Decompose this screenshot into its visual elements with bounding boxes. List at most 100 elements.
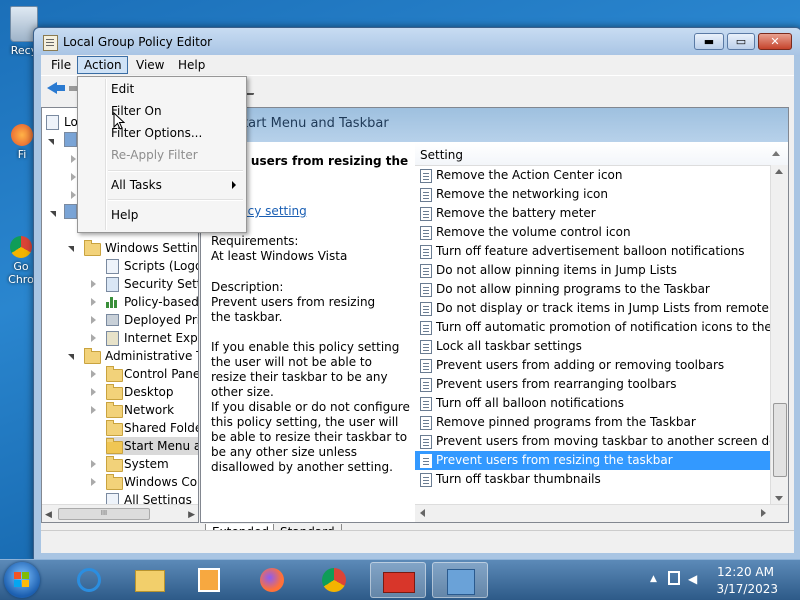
menu-action[interactable]: Action	[77, 56, 128, 74]
setting-row[interactable]: Remove the Action Center icon	[415, 166, 772, 185]
menu-file[interactable]: File	[45, 56, 77, 74]
setting-label: Remove the Action Center icon	[436, 168, 623, 182]
tree-scroll-thumb[interactable]: III	[58, 508, 150, 520]
menu-view[interactable]: View	[130, 56, 170, 74]
tree-item-label: Network	[124, 403, 175, 417]
settings-horizontal-scrollbar[interactable]	[415, 504, 788, 522]
policy-setting-icon	[420, 397, 432, 411]
setting-column-header[interactable]: Setting	[415, 143, 788, 166]
collapse-toggle-icon[interactable]	[90, 406, 98, 414]
expand-toggle-icon[interactable]	[68, 245, 76, 253]
collapse-toggle-icon[interactable]	[90, 460, 98, 468]
folder-icon	[106, 366, 123, 382]
vertical-scroll-thumb[interactable]	[773, 403, 787, 477]
setting-row[interactable]: Remove the volume control icon	[415, 223, 772, 242]
edit-policy-link[interactable]: licy setting	[241, 204, 307, 219]
tree-item-start-menu[interactable]: Start Menu ar	[106, 437, 198, 455]
folder-icon	[106, 384, 123, 400]
taskbar-toolbox[interactable]	[370, 562, 426, 598]
close-icon: ✕	[770, 35, 780, 48]
setting-row[interactable]: Do not allow pinning programs to the Tas…	[415, 280, 772, 299]
firefox-desktop-icon[interactable]: Fi	[10, 124, 34, 161]
collapse-toggle-icon[interactable]	[90, 388, 98, 396]
setting-row[interactable]: Prevent users from moving taskbar to ano…	[415, 432, 772, 451]
collapse-toggle-icon[interactable]	[90, 316, 98, 324]
setting-row[interactable]: Remove the networking icon	[415, 185, 772, 204]
collapse-toggle-icon[interactable]	[90, 334, 98, 342]
tree-item-label: Administrative Te	[105, 349, 199, 363]
setting-label: Remove the networking icon	[436, 187, 609, 201]
policy-setting-icon	[420, 283, 432, 297]
setting-row[interactable]: Turn off automatic promotion of notifica…	[415, 318, 772, 337]
description-label: Description:	[211, 280, 284, 294]
expand-toggle-icon[interactable]	[48, 138, 56, 146]
setting-label: Lock all taskbar settings	[436, 339, 582, 353]
setting-row[interactable]: Turn off feature advertisement balloon n…	[415, 242, 772, 261]
network-status-icon[interactable]	[668, 571, 680, 585]
policy-root-icon	[46, 115, 59, 130]
expand-toggle-icon[interactable]	[50, 210, 58, 218]
tree-item-label: Shared Folder	[124, 421, 199, 435]
internet-explorer-icon	[77, 568, 101, 592]
taskbar-chrome[interactable]	[308, 562, 364, 598]
setting-row[interactable]: Lock all taskbar settings	[415, 337, 772, 356]
setting-column-label: Setting	[420, 148, 463, 162]
close-button[interactable]: ✕	[758, 33, 792, 50]
collapse-toggle-icon[interactable]	[90, 370, 98, 378]
setting-row[interactable]: Do not allow pinning items in Jump Lists	[415, 261, 772, 280]
chrome-desktop-label-2: Chro	[8, 273, 34, 286]
volume-icon[interactable]: ◀	[688, 572, 697, 586]
folder-icon	[106, 420, 123, 436]
clock-date[interactable]: 3/17/2023	[716, 582, 778, 596]
collapse-toggle-icon[interactable]	[90, 280, 98, 288]
policy-setting-icon	[420, 302, 432, 316]
scroll-down-icon[interactable]	[775, 496, 783, 501]
setting-row[interactable]: Turn off taskbar thumbnails	[415, 470, 772, 489]
title-bar[interactable]: Local Group Policy Editor ▬ ▭ ✕	[34, 28, 800, 56]
maximize-button[interactable]: ▭	[727, 33, 755, 50]
expand-toggle-icon[interactable]	[68, 353, 76, 361]
taskbar-firefox[interactable]	[244, 562, 300, 598]
policy-setting-icon	[420, 473, 432, 487]
policy-setting-icon	[420, 340, 432, 354]
setting-row[interactable]: Remove pinned programs from the Taskbar	[415, 413, 772, 432]
start-button[interactable]	[4, 562, 40, 598]
taskbar-media-player[interactable]	[182, 562, 238, 598]
settings-icon	[106, 331, 119, 346]
minimize-button[interactable]: ▬	[694, 33, 724, 50]
folder-icon	[106, 438, 123, 454]
bar-chart-icon	[106, 296, 118, 308]
collapse-toggle-icon[interactable]	[90, 298, 98, 306]
action-menu: Edit Filter On Filter Options... Re-Appl…	[77, 76, 247, 233]
menu-item-all-tasks[interactable]: All Tasks	[111, 175, 162, 195]
show-hidden-icons-icon[interactable]: ▲	[650, 574, 657, 584]
setting-row[interactable]: Turn off all balloon notifications	[415, 394, 772, 413]
description-para-1: If you enable this policy setting the us…	[211, 340, 400, 399]
taskbar-file-explorer[interactable]	[122, 562, 178, 598]
folder-icon	[84, 348, 101, 364]
tree-horizontal-scrollbar[interactable]: ◀ III ▶	[42, 504, 198, 522]
taskbar-internet-explorer[interactable]	[62, 562, 118, 598]
menu-item-help[interactable]: Help	[111, 205, 138, 225]
menu-help[interactable]: Help	[172, 56, 211, 74]
scroll-left-icon[interactable]: ◀	[45, 510, 52, 520]
setting-row[interactable]: Prevent users from rearranging toolbars	[415, 375, 772, 394]
taskbar-gpedit[interactable]	[432, 562, 488, 598]
setting-row[interactable]: Prevent users from adding or removing to…	[415, 356, 772, 375]
clock-time[interactable]: 12:20 AM	[717, 565, 774, 579]
setting-row[interactable]: Remove the battery meter	[415, 204, 772, 223]
setting-label: Prevent users from resizing the taskbar	[436, 453, 673, 467]
scroll-up-icon[interactable]	[775, 169, 783, 174]
forward-arrow-icon[interactable]	[69, 86, 77, 91]
scroll-right-icon[interactable]: ▶	[188, 510, 195, 520]
policy-setting-icon	[420, 207, 432, 221]
setting-row[interactable]: Do not display or track items in Jump Li…	[415, 299, 772, 318]
menu-item-edit[interactable]: Edit	[111, 79, 134, 99]
settings-vertical-scrollbar[interactable]	[770, 165, 788, 505]
scroll-left-icon[interactable]	[420, 509, 425, 517]
maximize-icon: ▭	[735, 35, 747, 48]
scroll-right-icon[interactable]	[761, 509, 766, 517]
collapse-toggle-icon[interactable]	[90, 478, 98, 486]
chrome-desktop-icon[interactable]: Go Chro	[6, 236, 36, 286]
setting-row[interactable]: Prevent users from resizing the taskbar	[415, 451, 772, 470]
